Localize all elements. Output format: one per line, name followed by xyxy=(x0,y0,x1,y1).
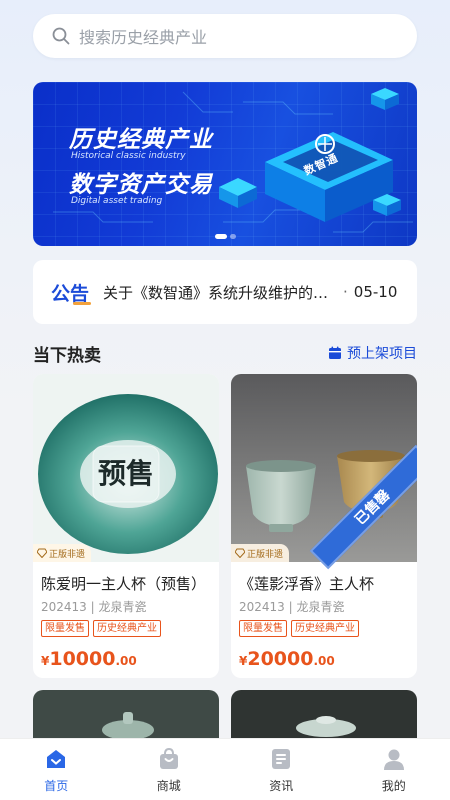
product-price: ¥20000.00 xyxy=(239,648,335,670)
price-integer: 20000 xyxy=(247,648,314,670)
tab-shop[interactable]: 商城 xyxy=(113,739,226,800)
tab-label: 首页 xyxy=(44,779,69,793)
promo-banner[interactable]: 历史经典产业 Historical classic industry 数字资产交… xyxy=(33,82,417,246)
banner-dot-1[interactable] xyxy=(215,234,227,239)
heritage-badge: 正版非遗 xyxy=(33,544,92,562)
banner-title: 历史经典产业 xyxy=(69,127,213,153)
banner-dot-2[interactable] xyxy=(230,234,236,239)
tab-label: 我的 xyxy=(381,779,406,793)
product-card[interactable]: 已售罄 正版非遗 《莲影浮香》主人杯 202413 | 龙泉青瓷 限量发售 历史… xyxy=(231,374,417,678)
product-tag: 历史经典产业 xyxy=(93,620,161,637)
product-meta: 202413 | 龙泉青瓷 xyxy=(239,600,345,614)
bottom-tab-bar: 首页 商城 资讯 我的 xyxy=(0,738,450,800)
product-card[interactable]: 预售 正版非遗 陈爱明一主人杯（预售） 202413 | 龙泉青瓷 限量发售 历… xyxy=(33,374,219,678)
search-bar[interactable]: 搜索历史经典产业 xyxy=(33,14,417,58)
product-tag: 限量发售 xyxy=(41,620,89,637)
calendar-icon xyxy=(329,346,341,359)
news-icon xyxy=(272,749,291,769)
price-decimal: .00 xyxy=(313,654,335,668)
tab-label: 商城 xyxy=(156,779,181,793)
shop-bag-icon xyxy=(159,747,178,769)
banner-subtitle-en: Digital asset trading xyxy=(71,196,163,206)
banner-title-en: Historical classic industry xyxy=(71,151,186,161)
product-name: 陈爱明一主人杯（预售） xyxy=(41,575,207,593)
diamond-icon xyxy=(37,548,47,558)
notice-text[interactable]: 关于《数智通》系统升级维护的通知 xyxy=(103,282,329,303)
product-tags: 限量发售 历史经典产业 xyxy=(239,620,359,637)
tab-home[interactable]: 首页 xyxy=(0,739,113,800)
tab-news[interactable]: 资讯 xyxy=(225,739,338,800)
search-icon xyxy=(52,27,70,45)
notice-tag: 公告 xyxy=(51,279,92,306)
product-price: ¥10000.00 xyxy=(41,648,137,670)
heritage-badge-label: 正版非遗 xyxy=(247,549,284,560)
notice-date: 05-10 xyxy=(343,283,398,301)
presale-label: 预上架项目 xyxy=(347,346,417,362)
price-integer: 10000 xyxy=(49,648,116,670)
product-image xyxy=(231,374,417,562)
heritage-badge-label: 正版非遗 xyxy=(49,549,86,560)
home-icon xyxy=(47,750,66,768)
banner-art xyxy=(53,88,413,233)
notice-bar[interactable]: 公告 关于《数智通》系统升级维护的通知 05-10 xyxy=(33,260,417,324)
banner-subtitle: 数字资产交易 xyxy=(69,172,213,198)
search-input[interactable]: 搜索历史经典产业 xyxy=(79,24,207,48)
section-title: 当下热卖 xyxy=(33,346,101,366)
product-meta: 202413 | 龙泉青瓷 xyxy=(41,600,147,614)
presale-link[interactable]: 预上架项目 xyxy=(328,343,417,363)
product-name: 《莲影浮香》主人杯 xyxy=(239,575,375,593)
banner-pagination[interactable] xyxy=(215,234,236,239)
price-decimal: .00 xyxy=(115,654,137,668)
product-tags: 限量发售 历史经典产业 xyxy=(41,620,161,637)
product-image-label: 预售 xyxy=(97,457,154,490)
tab-profile[interactable]: 我的 xyxy=(338,739,450,800)
product-tag: 历史经典产业 xyxy=(291,620,359,637)
diamond-icon xyxy=(235,548,245,558)
product-tag: 限量发售 xyxy=(239,620,287,637)
user-icon xyxy=(383,749,404,770)
heritage-badge: 正版非遗 xyxy=(231,544,290,562)
tab-label: 资讯 xyxy=(269,779,294,793)
